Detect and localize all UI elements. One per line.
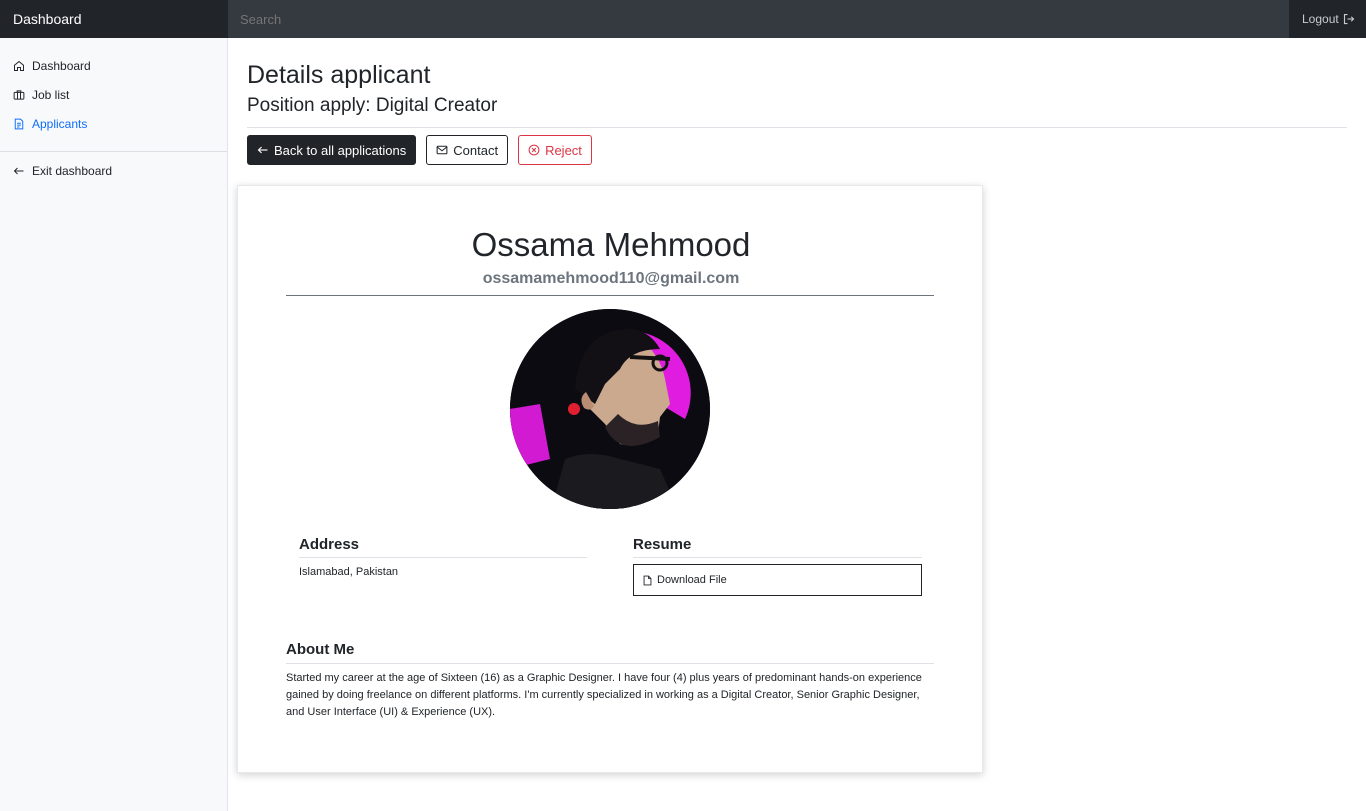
sidebar-item-label: Exit dashboard	[32, 163, 113, 178]
applicant-card: Ossama Mehmood ossamamehmood110@gmail.co…	[237, 185, 983, 773]
resume-title: Resume	[633, 536, 692, 553]
applicant-avatar	[510, 309, 710, 509]
main-content: Details applicant Position apply: Digita…	[247, 38, 1347, 165]
name-divider	[286, 295, 934, 296]
sidebar-divider	[0, 151, 227, 152]
sidebar-item-job-list[interactable]: Job list	[0, 80, 227, 109]
briefcase-icon	[13, 89, 25, 100]
top-navbar: Dashboard Logout	[0, 0, 1366, 38]
sidebar-item-label: Applicants	[32, 116, 88, 131]
applicant-email: ossamamehmood110@gmail.com	[482, 270, 740, 287]
contact-button-label: Contact	[453, 142, 499, 158]
address-title: Address	[299, 536, 360, 553]
about-divider	[286, 663, 934, 664]
sidebar-item-label: Job list	[32, 87, 70, 102]
title-divider	[247, 127, 1347, 128]
sidebar: Dashboard Job list Applicants Exit dashb…	[0, 38, 228, 811]
home-icon	[14, 60, 24, 71]
brand-link[interactable]: Dashboard	[0, 0, 228, 38]
arrow-left-icon	[13, 167, 24, 174]
sidebar-item-applicants[interactable]: Applicants	[0, 109, 227, 138]
download-file-button[interactable]: Download File	[633, 564, 922, 596]
logout-label: Logout	[1302, 12, 1339, 26]
applicant-name: Ossama Mehmood	[471, 226, 751, 263]
page-title: Details applicant	[247, 61, 431, 89]
sidebar-item-dashboard[interactable]: Dashboard	[0, 51, 227, 80]
arrow-left-icon	[257, 146, 268, 154]
back-button-label: Back to all applications	[274, 142, 407, 158]
page-subtitle: Position apply: Digital Creator	[247, 95, 498, 116]
sidebar-item-exit-dashboard[interactable]: Exit dashboard	[0, 156, 227, 185]
sidebar-item-label: Dashboard	[32, 58, 91, 73]
download-file-label: Download File	[657, 574, 727, 586]
file-text-icon	[14, 118, 24, 129]
action-buttons: Back to all applications Contact Reject	[247, 135, 1347, 165]
x-circle-icon	[528, 144, 540, 156]
address-divider	[299, 557, 587, 558]
about-title: About Me	[286, 641, 355, 658]
back-button[interactable]: Back to all applications	[247, 135, 417, 165]
file-icon	[643, 575, 652, 585]
envelope-icon	[436, 145, 448, 155]
search-input[interactable]	[228, 0, 1289, 38]
reject-button-label: Reject	[545, 142, 582, 158]
avatar-photo	[510, 309, 710, 509]
reject-button[interactable]: Reject	[518, 135, 592, 165]
logout-icon	[1343, 13, 1354, 25]
address-value: Islamabad, Pakistan	[299, 566, 399, 578]
logout-button[interactable]: Logout	[1289, 0, 1366, 38]
resume-divider	[633, 557, 922, 558]
contact-button[interactable]: Contact	[426, 135, 509, 165]
about-text: Started my career at the age of Sixteen …	[286, 672, 922, 718]
